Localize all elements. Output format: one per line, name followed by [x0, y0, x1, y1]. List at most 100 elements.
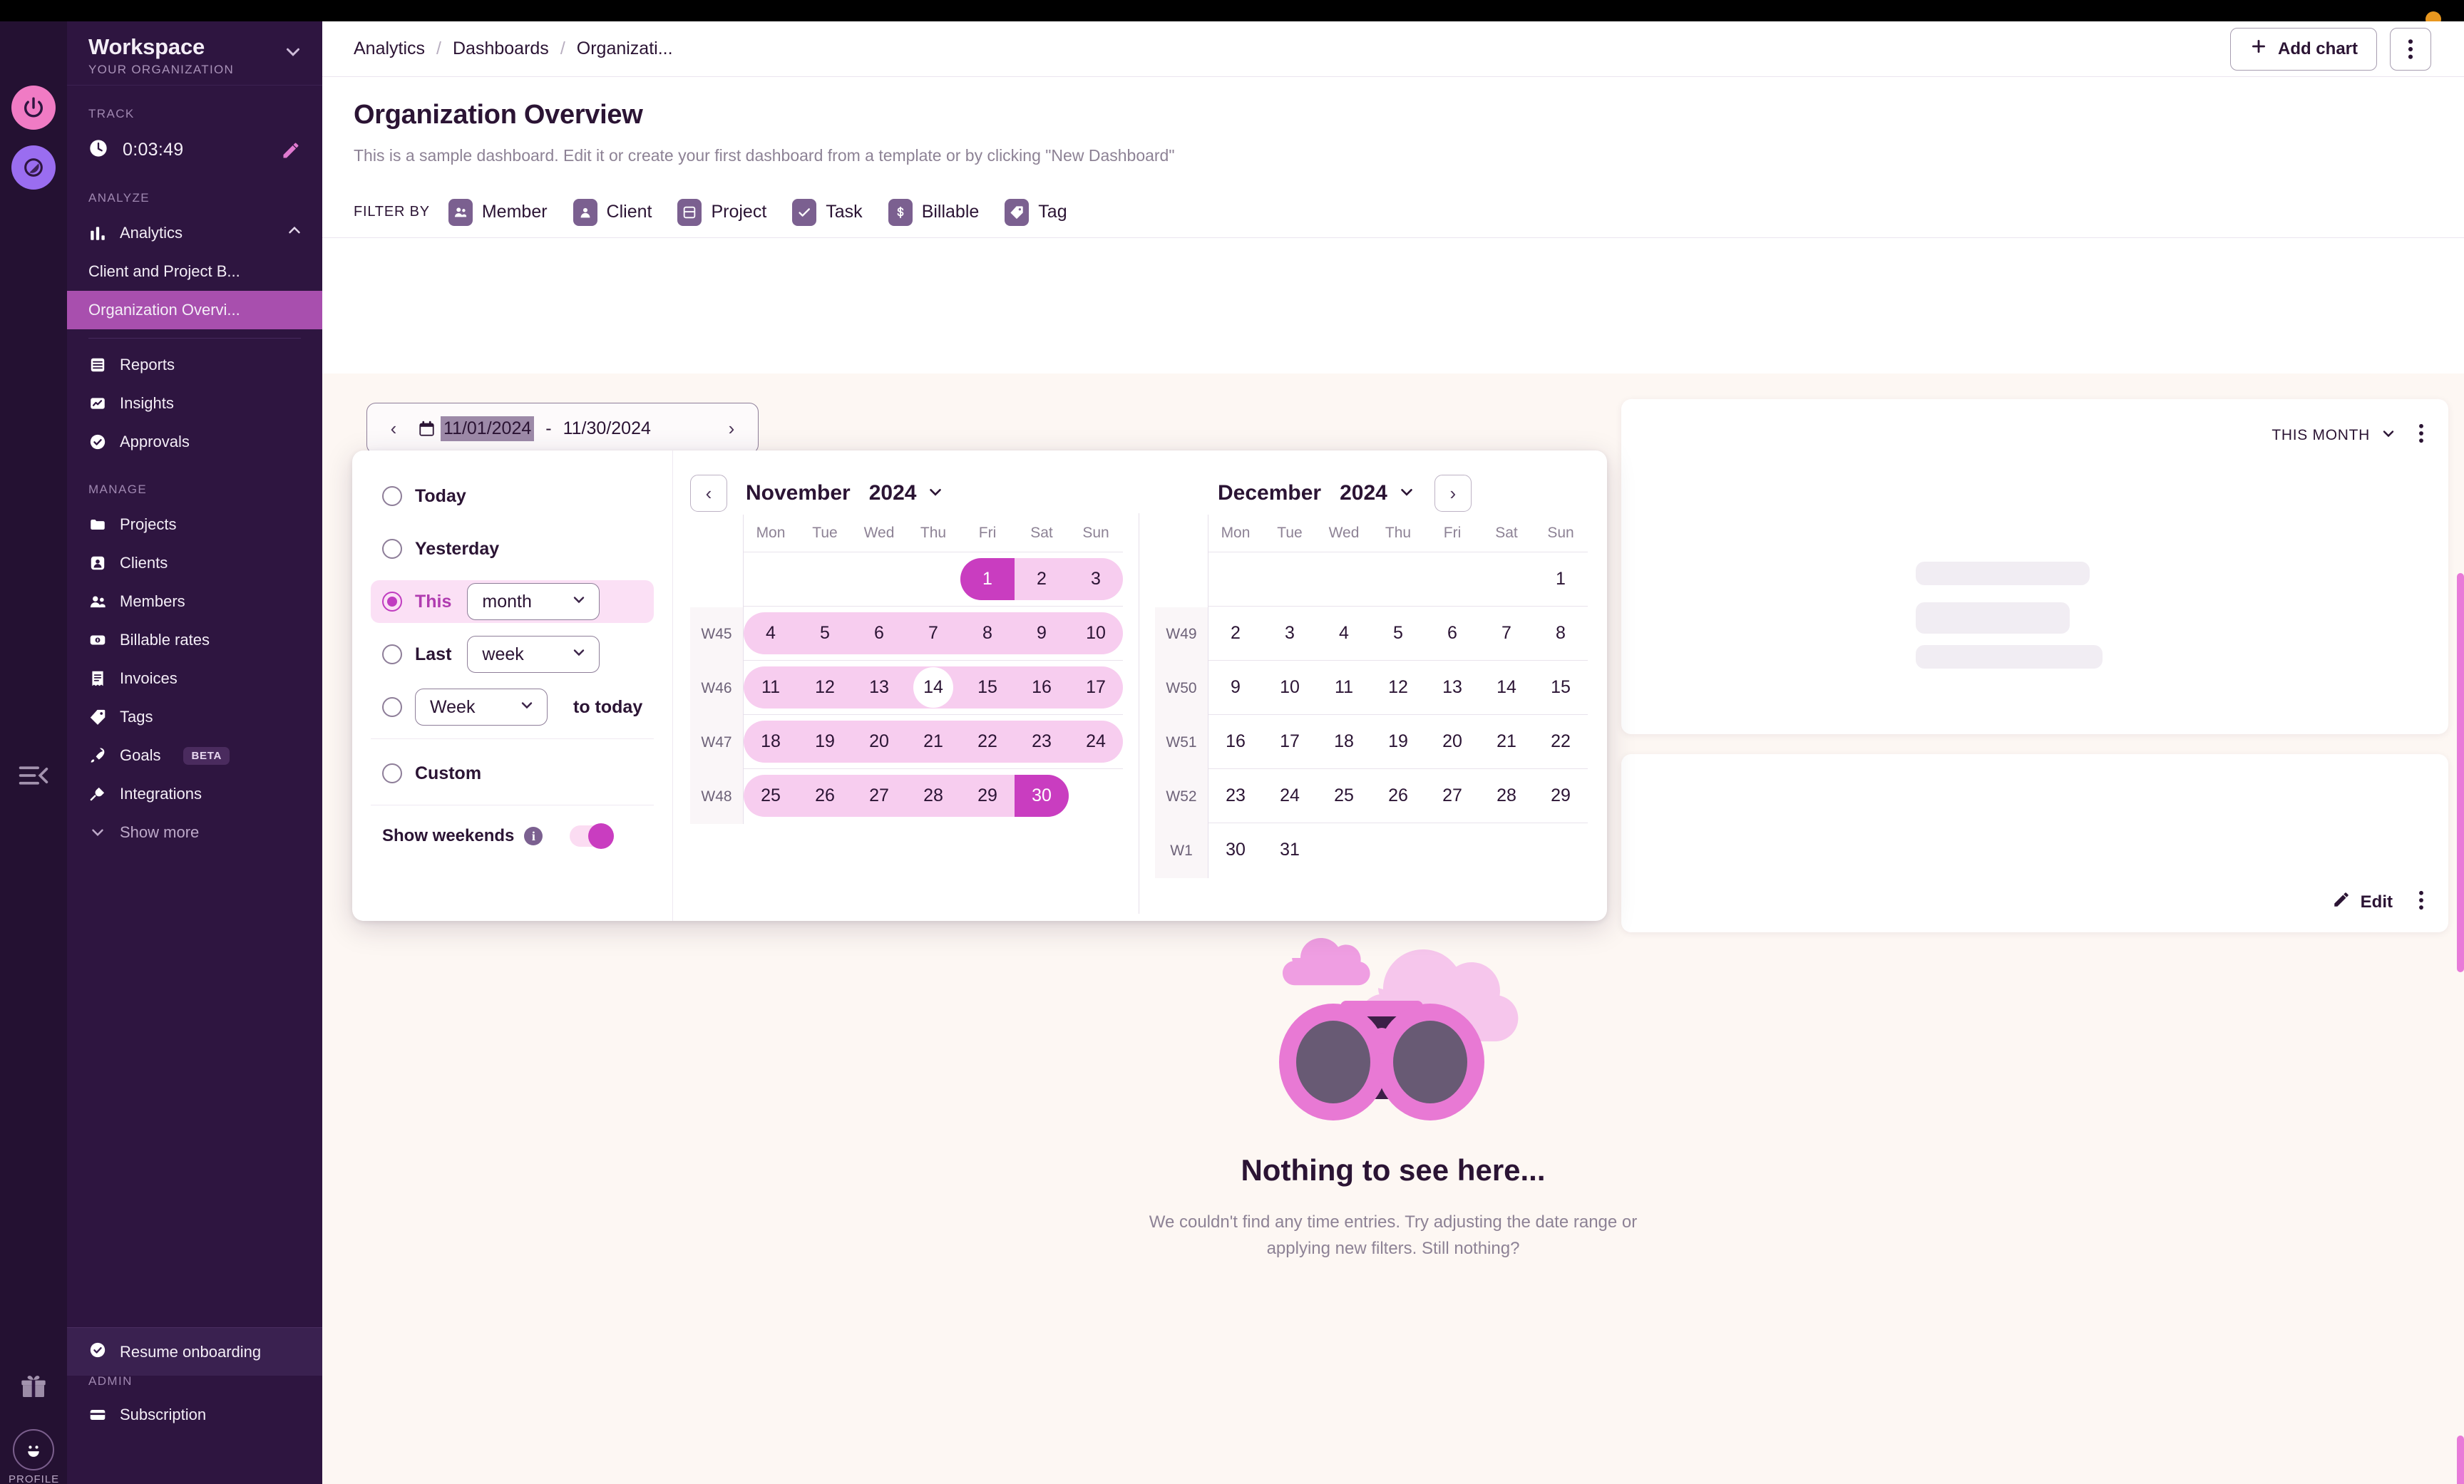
radio-last[interactable] [382, 644, 402, 664]
sidebar-item-invoices[interactable]: Invoices [67, 659, 322, 698]
radio-today[interactable] [382, 486, 402, 506]
preset-to-today[interactable]: Week to today [371, 686, 654, 728]
card-more-button[interactable] [2418, 423, 2424, 447]
date-range-end-value[interactable]: 11/30/2024 [563, 418, 651, 439]
card-more-button[interactable] [2418, 890, 2424, 914]
avatar[interactable]: PROFILE [9, 1429, 58, 1484]
day-cell[interactable]: 15 [1534, 661, 1588, 714]
vertical-scrollbar[interactable] [2457, 573, 2464, 972]
day-cell[interactable]: 27 [1425, 769, 1479, 823]
filter-tag[interactable]: Tag [1005, 198, 1067, 226]
sidebar-item-analytics[interactable]: Analytics [67, 214, 322, 252]
day-cell[interactable]: 31 [1263, 823, 1317, 877]
to-today-period-select[interactable]: Week [415, 689, 548, 726]
radio-to-today[interactable] [382, 697, 402, 717]
filter-member[interactable]: Member [448, 198, 548, 226]
sidebar-item-subscription[interactable]: Subscription [67, 1396, 322, 1434]
day-cell[interactable]: 26 [1371, 769, 1425, 823]
resume-onboarding-button[interactable]: Resume onboarding [67, 1327, 322, 1376]
preset-today[interactable]: Today [371, 475, 654, 517]
day-cell-today[interactable]: 14 [906, 661, 960, 714]
day-cell[interactable]: 5 [1371, 607, 1425, 660]
calendar-right-year[interactable]: 2024 [1340, 481, 1387, 505]
day-cell[interactable]: 7 [906, 607, 960, 660]
day-cell[interactable]: 19 [798, 715, 852, 768]
chevron-up-icon[interactable] [285, 222, 304, 244]
pencil-icon[interactable] [281, 140, 301, 164]
day-cell-range-end[interactable]: 30 [1015, 769, 1069, 823]
sidebar-item-projects[interactable]: Projects [67, 505, 322, 544]
day-cell[interactable]: 29 [1534, 769, 1588, 823]
day-cell[interactable]: 9 [1208, 661, 1263, 714]
calendar-left-year[interactable]: 2024 [869, 481, 917, 505]
day-cell[interactable]: 21 [906, 715, 960, 768]
date-range-input[interactable]: ‹ 11/01/2024 - 11/30/2024 › [366, 403, 759, 454]
sidebar-item-tags[interactable]: Tags [67, 698, 322, 736]
breadcrumb-dashboards[interactable]: Dashboards [453, 38, 549, 59]
eye-icon[interactable] [11, 145, 56, 190]
day-cell[interactable]: 6 [1425, 607, 1479, 660]
workspace-header[interactable]: Workspace YOUR ORGANIZATION [67, 21, 322, 86]
info-icon[interactable]: i [524, 827, 543, 845]
day-cell[interactable]: 24 [1069, 715, 1123, 768]
day-cell-range-start[interactable]: 1 [960, 552, 1015, 606]
day-cell[interactable]: 24 [1263, 769, 1317, 823]
sidebar-item-members[interactable]: Members [67, 582, 322, 621]
add-chart-button[interactable]: Add chart [2229, 27, 2377, 71]
sidebar-item-integrations[interactable]: Integrations [67, 775, 322, 813]
filter-task[interactable]: Task [792, 198, 863, 226]
day-cell[interactable]: 28 [1479, 769, 1534, 823]
day-cell[interactable]: 25 [1317, 769, 1371, 823]
power-icon[interactable] [11, 86, 56, 130]
day-cell[interactable]: 20 [1425, 715, 1479, 768]
edit-button[interactable]: Edit [2332, 890, 2393, 914]
day-cell[interactable]: 16 [1208, 715, 1263, 768]
day-cell[interactable]: 18 [744, 715, 798, 768]
gift-icon[interactable] [16, 1369, 51, 1404]
day-cell[interactable]: 30 [1208, 823, 1263, 877]
sidebar-item-clients[interactable]: Clients [67, 544, 322, 582]
day-cell[interactable]: 15 [960, 661, 1015, 714]
this-period-select[interactable]: month [467, 583, 600, 620]
sidebar-item-organization-overview[interactable]: Organization Overvi... [67, 291, 322, 329]
date-range-prev-button[interactable]: ‹ [379, 418, 409, 440]
day-cell[interactable]: 7 [1479, 607, 1534, 660]
day-cell[interactable]: 14 [1479, 661, 1534, 714]
chevron-down-icon[interactable] [282, 41, 304, 66]
radio-custom[interactable] [382, 763, 402, 783]
day-cell[interactable]: 29 [960, 769, 1015, 823]
preset-yesterday[interactable]: Yesterday [371, 527, 654, 570]
day-cell[interactable]: 3 [1263, 607, 1317, 660]
day-cell[interactable]: 17 [1069, 661, 1123, 714]
collapse-sidebar-icon[interactable] [10, 756, 57, 795]
day-cell[interactable]: 11 [1317, 661, 1371, 714]
day-cell[interactable]: 11 [744, 661, 798, 714]
calendar-next-month-button[interactable]: › [1434, 475, 1472, 512]
day-cell[interactable]: 12 [1371, 661, 1425, 714]
day-cell[interactable]: 25 [744, 769, 798, 823]
card-period-selector[interactable]: THIS MONTH [2272, 425, 2397, 446]
day-cell[interactable]: 4 [744, 607, 798, 660]
timer-row[interactable]: 0:03:49 [67, 130, 322, 170]
day-cell[interactable]: 19 [1371, 715, 1425, 768]
day-cell[interactable]: 5 [798, 607, 852, 660]
dashboard-more-button[interactable] [2390, 27, 2431, 71]
day-cell[interactable]: 26 [798, 769, 852, 823]
day-cell[interactable]: 6 [852, 607, 906, 660]
day-cell[interactable]: 8 [1534, 607, 1588, 660]
date-range-start-value[interactable]: 11/01/2024 [441, 416, 535, 441]
day-cell[interactable]: 21 [1479, 715, 1534, 768]
sidebar-item-goals[interactable]: Goals BETA [67, 736, 322, 775]
last-period-select[interactable]: week [467, 636, 600, 673]
sidebar-item-insights[interactable]: Insights [67, 384, 322, 423]
preset-last[interactable]: Last week [371, 633, 654, 676]
filter-billable[interactable]: Billable [888, 198, 979, 226]
day-cell[interactable]: 2 [1208, 607, 1263, 660]
day-cell[interactable]: 12 [798, 661, 852, 714]
filter-project[interactable]: Project [677, 198, 766, 226]
filter-client[interactable]: Client [573, 198, 652, 226]
day-cell[interactable]: 20 [852, 715, 906, 768]
day-cell[interactable]: 28 [906, 769, 960, 823]
sidebar-item-client-and-project[interactable]: Client and Project B... [67, 252, 322, 291]
date-range-next-button[interactable]: › [717, 418, 746, 440]
